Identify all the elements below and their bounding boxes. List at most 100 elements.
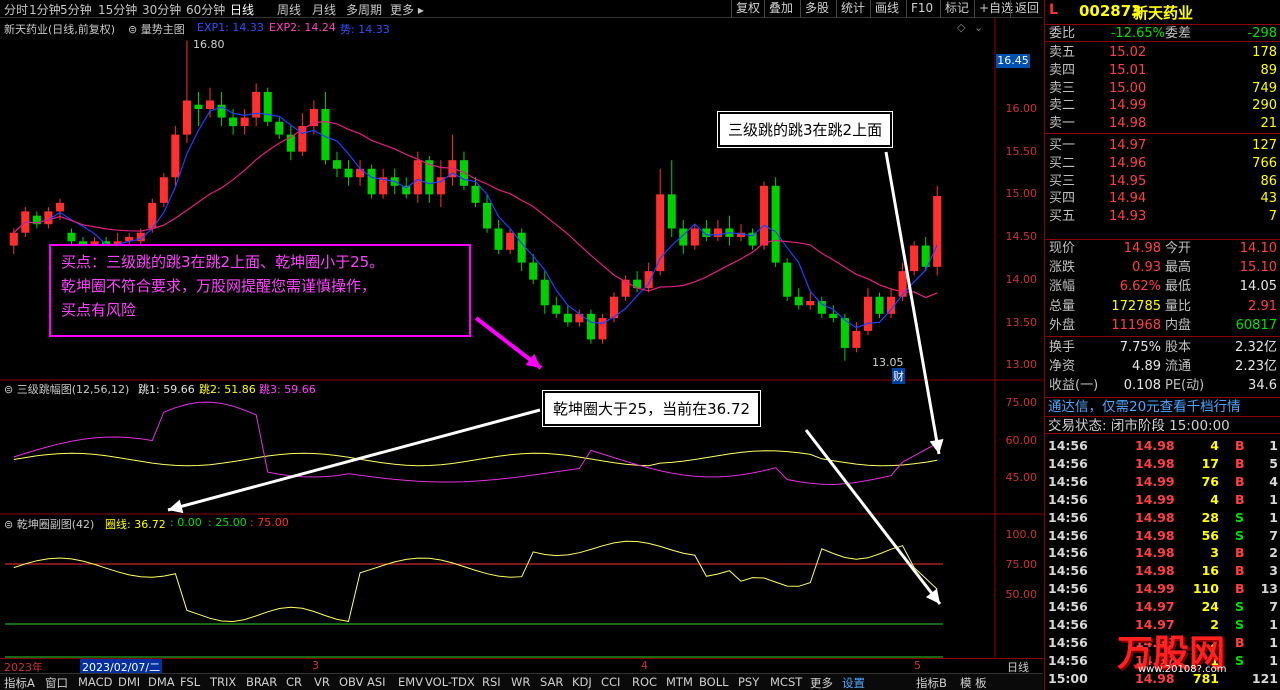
ask-row[interactable]: 卖一 14.98 21 — [1045, 115, 1280, 133]
candle-body — [332, 160, 342, 169]
stat-value: 60817 — [1235, 317, 1277, 333]
indicator-tab-13[interactable]: VOL-TDX — [425, 675, 475, 689]
indicator-tab-7[interactable]: BRAR — [246, 675, 277, 689]
stat-value: 2.23亿 — [1235, 359, 1277, 375]
period-1[interactable]: 1分钟 — [29, 1, 61, 18]
tick-time: 14:56 — [1048, 509, 1088, 525]
period-10[interactable]: 更多 ▸ — [390, 1, 424, 18]
tick-side: S — [1235, 509, 1245, 525]
indicator-tab-27[interactable]: 模 板 — [960, 675, 987, 690]
tick-row: 14:56 14.99 4 B 1 — [1045, 491, 1280, 509]
tick-price: 14.98 — [1135, 527, 1175, 543]
candle-body — [517, 232, 526, 263]
indicator-tab-2[interactable]: MACD — [78, 675, 112, 689]
financial-report-icon[interactable]: 财 — [892, 368, 905, 384]
period-8[interactable]: 月线 — [312, 1, 336, 18]
period-5[interactable]: 60分钟 — [186, 1, 225, 18]
indicator-tab-0[interactable]: 指标A — [4, 675, 35, 690]
toolbar-button-3[interactable]: 统计 — [836, 0, 869, 18]
period-3[interactable]: 15分钟 — [98, 1, 137, 18]
indicator-tab-12[interactable]: EMV — [398, 675, 423, 689]
month-3-label: 3 — [312, 659, 319, 672]
toolbar-button-6[interactable]: 标记 — [940, 0, 973, 18]
indicator-menu-icon[interactable]: ⊜ — [128, 23, 137, 36]
candle-body — [575, 313, 584, 323]
tick-volume: 28 — [1201, 509, 1219, 525]
ask-row[interactable]: 卖三 15.00 749 — [1045, 80, 1280, 98]
candle-body — [713, 228, 722, 237]
toolbar-button-4[interactable]: 画线 — [870, 0, 903, 18]
stat-value: 172785 — [1111, 298, 1161, 314]
indicator-tab-23[interactable]: MCST — [770, 675, 802, 689]
period-4[interactable]: 30分钟 — [142, 1, 181, 18]
tick-time: 14:56 — [1048, 652, 1088, 668]
indicator-tab-18[interactable]: CCI — [601, 675, 620, 689]
ask-row[interactable]: 卖五 15.02 178 — [1045, 44, 1280, 62]
toolbar-button-0[interactable]: 复权 — [731, 0, 764, 18]
indicator-tab-bar: 指标A 窗口 MACD DMI DMA FSL TRIX BRAR CR VR OBV ASI EMV V… — [0, 673, 1043, 690]
panel-menu-icon[interactable]: ⌄ — [974, 21, 983, 34]
candle-body — [586, 313, 595, 340]
stat-row: 净资 4.89 流通 2.23亿 — [1045, 358, 1280, 376]
sub2-title[interactable]: ⊜ 乾坤圈副图(42) — [4, 516, 94, 532]
period-2[interactable]: 5分钟 — [60, 1, 92, 18]
period-9[interactable]: 多周期 — [346, 1, 382, 18]
month-5-label: 5 — [914, 659, 921, 672]
indicator-tab-11[interactable]: ASI — [367, 675, 386, 689]
ask-row[interactable]: 卖四 15.01 89 — [1045, 62, 1280, 80]
indicator-tab-8[interactable]: CR — [286, 675, 302, 689]
indicator-tab-10[interactable]: OBV — [339, 675, 363, 689]
indicator-tab-22[interactable]: PSY — [738, 675, 759, 689]
chart-area[interactable]: 新天药业(日线,前复权) ⊜ 量势主图 EXP1: 14.33 EXP2: 14… — [0, 18, 1043, 658]
indicator-menu-icon[interactable]: ⊜ — [4, 518, 13, 531]
bid-row[interactable]: 买四 14.94 43 — [1045, 190, 1280, 208]
main-indicator-name[interactable]: ⊜ 量势主图 — [128, 21, 185, 37]
indicator-menu-icon[interactable]: ⊜ — [4, 383, 13, 396]
indicator-tab-21[interactable]: BOLL — [699, 675, 729, 689]
toolbar-button-1[interactable]: 叠加 — [764, 0, 797, 18]
tick-side: S — [1235, 652, 1245, 668]
indicator-tab-24[interactable]: 更多 — [810, 675, 833, 690]
ask-row[interactable]: 卖二 14.99 290 — [1045, 97, 1280, 115]
candle-body — [159, 177, 168, 203]
candle-body — [171, 134, 180, 178]
bid-row[interactable]: 买五 14.93 7 — [1045, 208, 1280, 226]
indicator-tab-6[interactable]: TRIX — [210, 675, 236, 689]
level-volume: 7 — [1268, 209, 1277, 225]
period-0[interactable]: 分时 — [4, 1, 28, 18]
period-6[interactable]: 日线 — [230, 1, 254, 18]
level-label: 卖五 — [1049, 45, 1076, 60]
indicator-tab-26[interactable]: 指标B — [916, 675, 947, 690]
period-7[interactable]: 周线 — [277, 1, 301, 18]
indicator-tab-25[interactable]: 设置 — [842, 675, 865, 690]
indicator-tab-14[interactable]: RSI — [482, 675, 501, 689]
stat-value: 14.98 — [1123, 241, 1161, 256]
indicator-tab-19[interactable]: ROC — [632, 675, 657, 689]
bid-row[interactable]: 买二 14.96 766 — [1045, 155, 1280, 173]
bid-row[interactable]: 买三 14.95 86 — [1045, 173, 1280, 191]
tiao2-line — [13, 450, 938, 467]
collapse-icon[interactable]: ◇ — [957, 21, 965, 34]
sub1-title[interactable]: ⊜ 三级跳幅图(12,56,12) — [4, 381, 129, 397]
tick-time: 14:56 — [1048, 491, 1088, 507]
tick-time: 14:56 — [1048, 581, 1088, 597]
tick-price: 14.97 — [1135, 599, 1175, 615]
toolbar-button-8[interactable]: 返回 — [1010, 0, 1043, 18]
candle-body — [644, 271, 653, 289]
bid-row[interactable]: 买一 14.97 127 — [1045, 137, 1280, 155]
level2-banner[interactable]: 通达信，仅需20元查看千档行情 — [1045, 397, 1280, 415]
level-label: 卖一 — [1049, 116, 1076, 132]
indicator-tab-5[interactable]: FSL — [180, 675, 200, 689]
indicator-tab-3[interactable]: DMI — [118, 675, 140, 689]
indicator-tab-9[interactable]: VR — [314, 675, 330, 689]
indicator-tab-15[interactable]: WR — [511, 675, 530, 689]
y-tick-label: 60.00 — [1005, 433, 1038, 447]
indicator-tab-20[interactable]: MTM — [666, 675, 693, 689]
indicator-tab-16[interactable]: SAR — [540, 675, 563, 689]
candle-body — [471, 185, 480, 203]
indicator-tab-1[interactable]: 窗口 — [45, 675, 68, 690]
toolbar-button-2[interactable]: 多股 — [800, 0, 833, 18]
indicator-tab-4[interactable]: DMA — [148, 675, 175, 689]
toolbar-button-5[interactable]: F10 — [906, 0, 937, 18]
indicator-tab-17[interactable]: KDJ — [572, 675, 592, 689]
